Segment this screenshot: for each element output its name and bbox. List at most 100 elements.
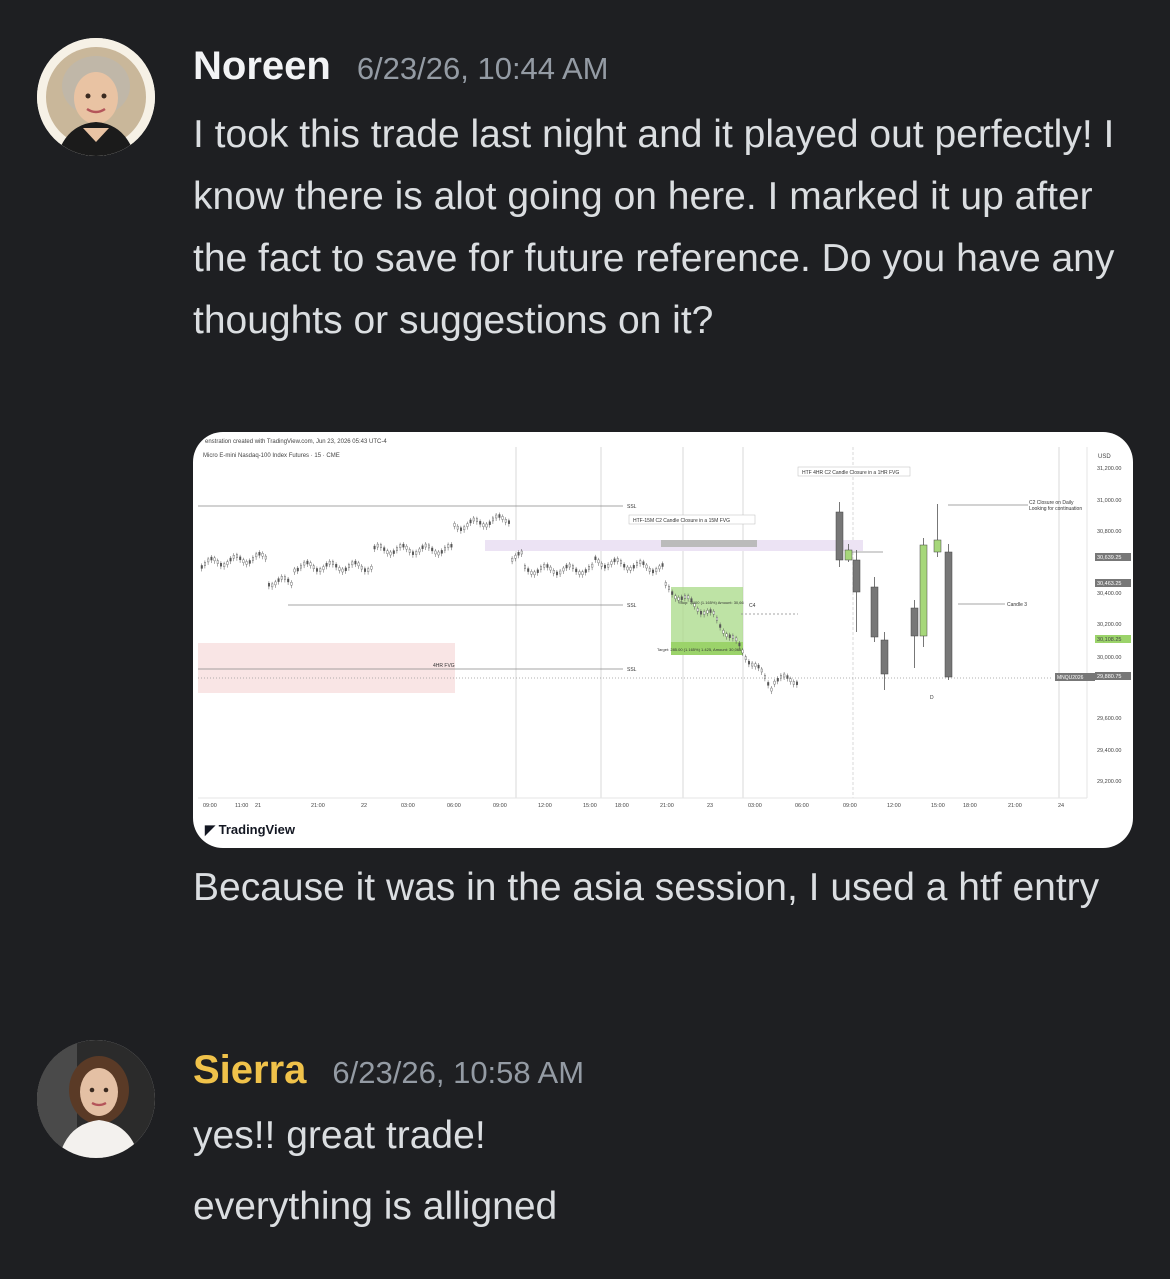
candle: [357, 562, 360, 567]
price-label: 29,400.00: [1097, 748, 1121, 754]
candle: [418, 548, 421, 553]
candle: [760, 668, 763, 673]
htf-candle: [880, 639, 889, 675]
candle: [427, 544, 430, 549]
candle: [399, 544, 402, 548]
candle: [642, 561, 645, 565]
candle: [751, 662, 754, 667]
candle: [671, 591, 674, 595]
candle: [328, 560, 331, 565]
candle: [719, 624, 722, 628]
candle: [783, 673, 786, 678]
htf-candle: [852, 559, 861, 593]
candle: [748, 660, 751, 665]
avatar-noreen[interactable]: [37, 38, 155, 156]
candle: [248, 560, 251, 564]
price-label: 31,000.00: [1097, 498, 1121, 504]
annotation-c2-daily-2: Looking for continuation: [1029, 506, 1082, 512]
candle: [725, 633, 728, 637]
candle: [556, 571, 559, 576]
price-label: 29,200.00: [1097, 779, 1121, 785]
candle: [476, 518, 479, 522]
htf-candle: [910, 607, 919, 637]
candle: [511, 557, 514, 562]
candle: [495, 514, 498, 519]
candle: [578, 571, 581, 575]
candle: [450, 544, 453, 548]
time-label: 12:00: [887, 803, 901, 809]
price-label: 31,200.00: [1097, 466, 1121, 472]
candle: [386, 550, 389, 554]
candle: [363, 568, 366, 572]
timestamp: 6/23/26, 10:58 AM: [332, 1055, 585, 1090]
candle: [684, 595, 687, 599]
message-followup: Because it was in the asia session, I us…: [193, 866, 1100, 909]
candle: [360, 565, 363, 570]
author-name[interactable]: Sierra: [193, 1048, 306, 1093]
candle: [431, 547, 434, 552]
candle: [392, 550, 395, 554]
avatar-sierra[interactable]: [37, 1040, 155, 1158]
candle: [299, 564, 302, 569]
candle: [479, 521, 482, 525]
candle: [514, 555, 517, 559]
candle: [524, 565, 527, 569]
price-label: 30,463.25: [1097, 581, 1121, 587]
time-label: 12:00: [538, 803, 552, 809]
time-label: 23: [707, 803, 713, 809]
candle: [309, 562, 312, 566]
candle: [331, 561, 334, 565]
candle: [280, 576, 283, 580]
candle: [421, 545, 424, 549]
image-attachment[interactable]: enstration created with TradingView.com,…: [193, 432, 1133, 848]
candle: [767, 682, 770, 686]
annotation-target: Target: 285.00 (1.165%) 1.425, Amount: 3…: [657, 647, 742, 652]
candle: [223, 563, 226, 567]
time-label: 21:00: [660, 803, 674, 809]
htf-candle: [844, 549, 853, 561]
author-name[interactable]: Noreen: [193, 44, 331, 89]
candle: [639, 560, 642, 564]
chart-image: enstration created with TradingView.com,…: [198, 439, 1131, 809]
message-text: I took this trade last night and it play…: [193, 113, 1115, 342]
candle: [626, 566, 629, 571]
candle: [757, 664, 760, 669]
htf-candle: [919, 544, 928, 637]
candle: [232, 555, 235, 559]
candle: [581, 571, 584, 575]
candle: [405, 545, 408, 550]
candle: [623, 564, 626, 568]
candle: [264, 555, 267, 560]
candle: [277, 578, 280, 582]
candle: [242, 559, 245, 563]
price-label: 30,639.25: [1097, 555, 1121, 561]
candle: [485, 523, 488, 528]
candle: [732, 635, 735, 639]
candle: [568, 563, 571, 568]
time-label: 11:00: [235, 803, 248, 809]
candle: [203, 562, 206, 566]
candle: [293, 568, 296, 573]
candle: [344, 567, 347, 572]
candle: [472, 517, 475, 522]
candle: [562, 567, 565, 572]
symbol-tag: MNQU2026: [1057, 675, 1084, 681]
candle: [306, 560, 309, 565]
candle: [789, 678, 792, 682]
candle: [655, 568, 658, 572]
candle: [322, 566, 325, 570]
candle: [629, 567, 632, 571]
candle: [792, 681, 795, 685]
candle: [546, 564, 549, 568]
tradingview-icon: ◤: [205, 822, 219, 837]
price-label: 29,600.00: [1097, 716, 1121, 722]
candle: [703, 611, 706, 615]
candle: [764, 675, 767, 679]
candle: [469, 519, 472, 524]
candle: [527, 568, 530, 572]
timestamp: 6/23/26, 10:44 AM: [356, 51, 609, 86]
candle: [437, 551, 440, 556]
candle: [632, 564, 635, 569]
candle: [780, 674, 783, 679]
candle: [274, 581, 277, 586]
